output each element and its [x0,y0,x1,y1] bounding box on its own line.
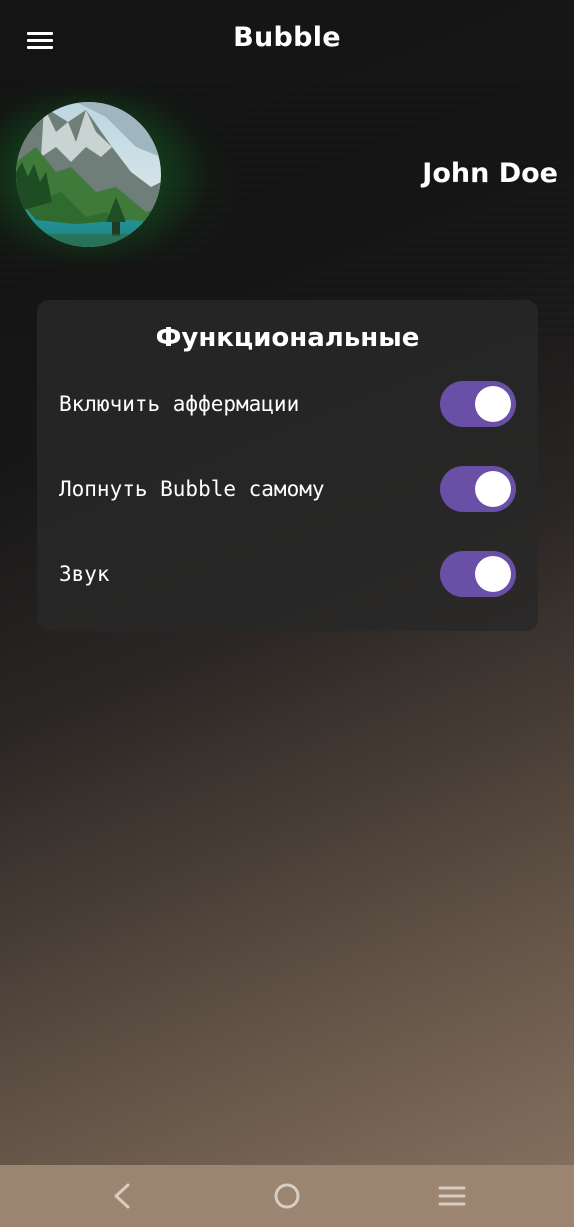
user-name: John Doe [422,158,558,189]
top-app-bar: Bubble [0,0,574,82]
recent-apps-icon[interactable] [432,1179,472,1213]
settings-card-title: Функциональные [155,323,420,353]
mountain-lake-avatar-image [16,102,161,247]
setting-row-sound: Звук [37,550,538,600]
back-chevron-icon[interactable] [102,1179,142,1213]
pop-bubble-toggle[interactable] [440,466,516,512]
setting-row-pop-bubble: Лопнуть Bubble самому [37,465,538,515]
setting-label-pop-bubble: Лопнуть Bubble самому [59,477,325,501]
sound-toggle[interactable] [440,551,516,597]
settings-card: Функциональные Включить аффермации Лопну… [37,300,538,631]
toggle-knob [475,471,511,507]
setting-row-affirmations: Включить аффермации [37,380,538,430]
setting-label-sound: Звук [59,562,110,586]
avatar[interactable] [16,102,161,247]
toggle-knob [475,386,511,422]
app-title: Bubble [233,22,341,53]
system-navigation-bar [0,1165,574,1227]
setting-label-affirmations: Включить аффермации [59,392,300,416]
toggle-knob [475,556,511,592]
affirmations-toggle[interactable] [440,381,516,427]
home-circle-icon[interactable] [267,1179,307,1213]
